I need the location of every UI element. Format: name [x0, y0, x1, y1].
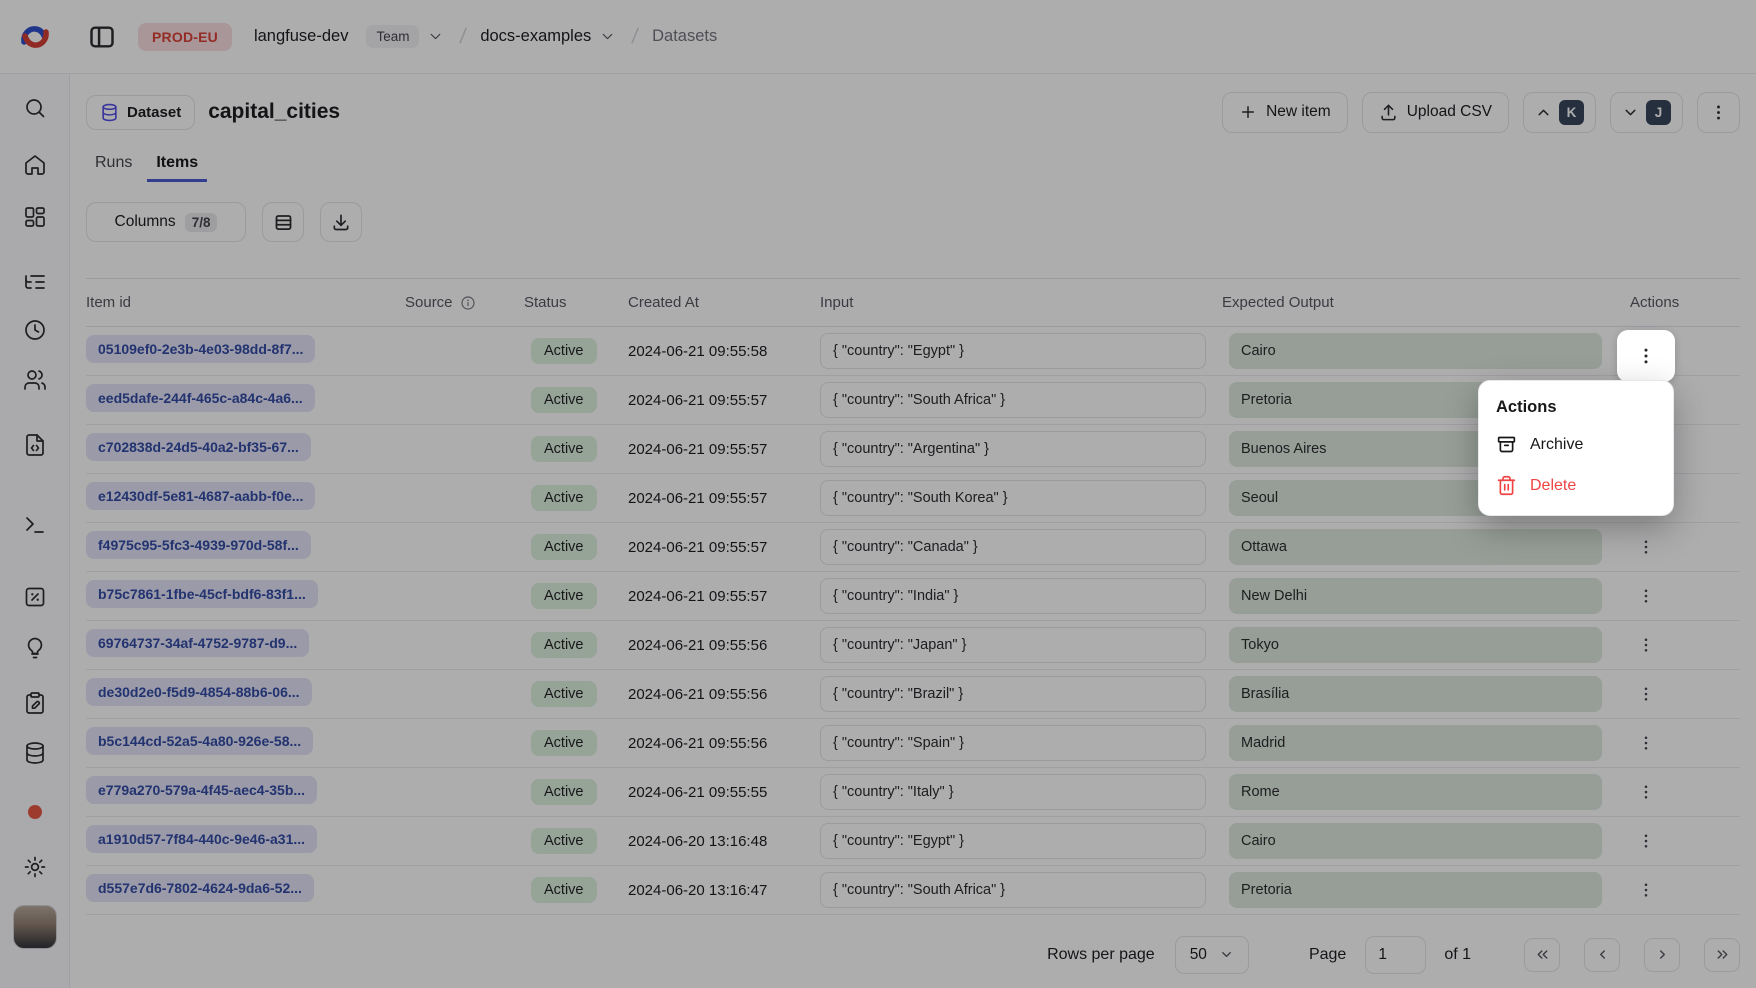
row-actions-menu: Actions Archive Delete: [1478, 380, 1674, 516]
menu-item-archive[interactable]: Archive: [1479, 424, 1673, 465]
menu-item-delete[interactable]: Delete: [1479, 465, 1673, 506]
row-actions-button-active[interactable]: [1617, 330, 1675, 382]
archive-icon: [1496, 434, 1517, 455]
kebab-icon: [1636, 346, 1656, 366]
trash-icon: [1496, 475, 1517, 496]
menu-title: Actions: [1479, 386, 1673, 424]
